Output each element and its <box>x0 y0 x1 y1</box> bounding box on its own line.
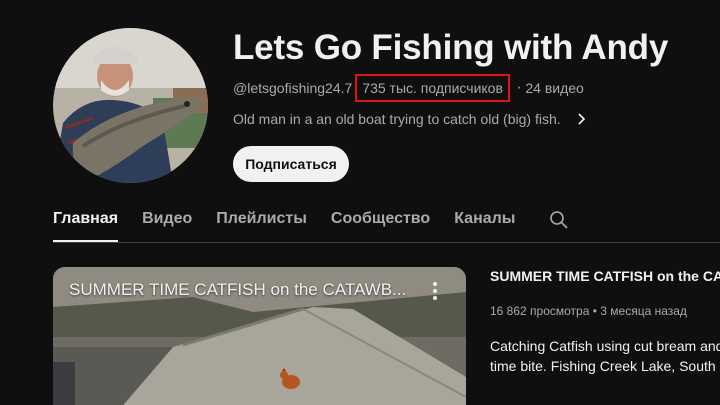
chevron-right-icon <box>578 113 585 125</box>
video-thumbnail[interactable]: SUMMER TIME CATFISH on the CATAWB... <box>53 267 466 405</box>
video-age: 3 месяца назад <box>600 304 687 318</box>
video-meta-separator: • <box>592 304 597 318</box>
subscriber-count: 735 тыс. подписчиков <box>355 74 510 102</box>
channel-handle: @letsgofishing24.7 <box>233 80 353 96</box>
thumbnail-title: SUMMER TIME CATFISH on the CATAWB... <box>69 280 407 299</box>
tab-home[interactable]: Главная <box>53 196 119 242</box>
meta-separator: ‧ <box>516 79 522 96</box>
description-text: Old man in a an old boat trying to catch… <box>233 111 561 127</box>
channel-avatar[interactable] <box>53 28 208 183</box>
video-count: 24 видео <box>525 80 584 96</box>
tab-playlists[interactable]: Плейлисты <box>216 196 307 242</box>
video-title[interactable]: SUMMER TIME CATFISH on the CATAW <box>490 268 720 284</box>
search-icon[interactable] <box>549 210 569 230</box>
video-meta: 16 862 просмотра • 3 месяца назад <box>490 304 687 318</box>
channel-title: Lets Go Fishing with Andy <box>233 28 669 67</box>
subscribe-button[interactable]: Подписаться <box>233 146 349 182</box>
video-description: Catching Catfish using cut bream and tim… <box>490 338 720 374</box>
tab-community[interactable]: Сообщество <box>331 196 430 242</box>
channel-tabs: Главная Видео Плейлисты Сообщество Канал… <box>53 196 569 242</box>
channel-meta: @letsgofishing24.7 735 тыс. подписчиков … <box>233 74 584 102</box>
channel-description[interactable]: Old man in a an old boat trying to catch… <box>233 111 589 127</box>
tabs-divider <box>53 242 720 243</box>
more-vert-icon[interactable] <box>432 281 438 301</box>
video-views: 16 862 просмотра <box>490 304 590 318</box>
tab-channels[interactable]: Каналы <box>454 196 515 242</box>
tab-videos[interactable]: Видео <box>142 196 192 242</box>
